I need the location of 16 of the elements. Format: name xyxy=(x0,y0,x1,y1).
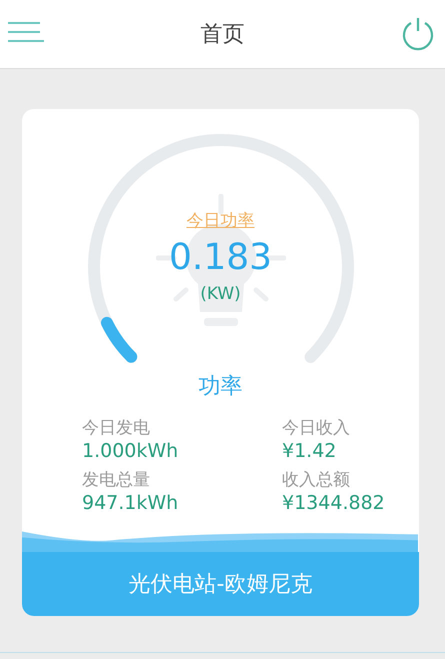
page-title: 首页 xyxy=(200,21,244,49)
stat-value: ¥1.42 xyxy=(282,439,338,463)
stat-label: 发电总量 xyxy=(82,469,151,491)
power-icon[interactable] xyxy=(401,17,435,51)
stat-value: ¥1344.882 xyxy=(282,491,386,515)
gauge-label: 功率 xyxy=(198,373,244,401)
station-name: 光伏电站-欧姆尼克 xyxy=(128,571,312,599)
station-bar[interactable]: 光伏电站-欧姆尼克 xyxy=(22,552,419,616)
stat-value: 1.000kWh xyxy=(82,439,180,463)
power-unit: (KW) xyxy=(200,284,241,304)
power-value: 0.183 xyxy=(168,236,272,280)
stat-label: 收入总额 xyxy=(282,469,351,491)
stat-label: 今日收入 xyxy=(282,417,351,439)
today-power-link[interactable]: 今日功率 xyxy=(186,209,254,232)
stat-value: 947.1kWh xyxy=(82,491,180,515)
stat-label: 今日发电 xyxy=(82,417,151,439)
